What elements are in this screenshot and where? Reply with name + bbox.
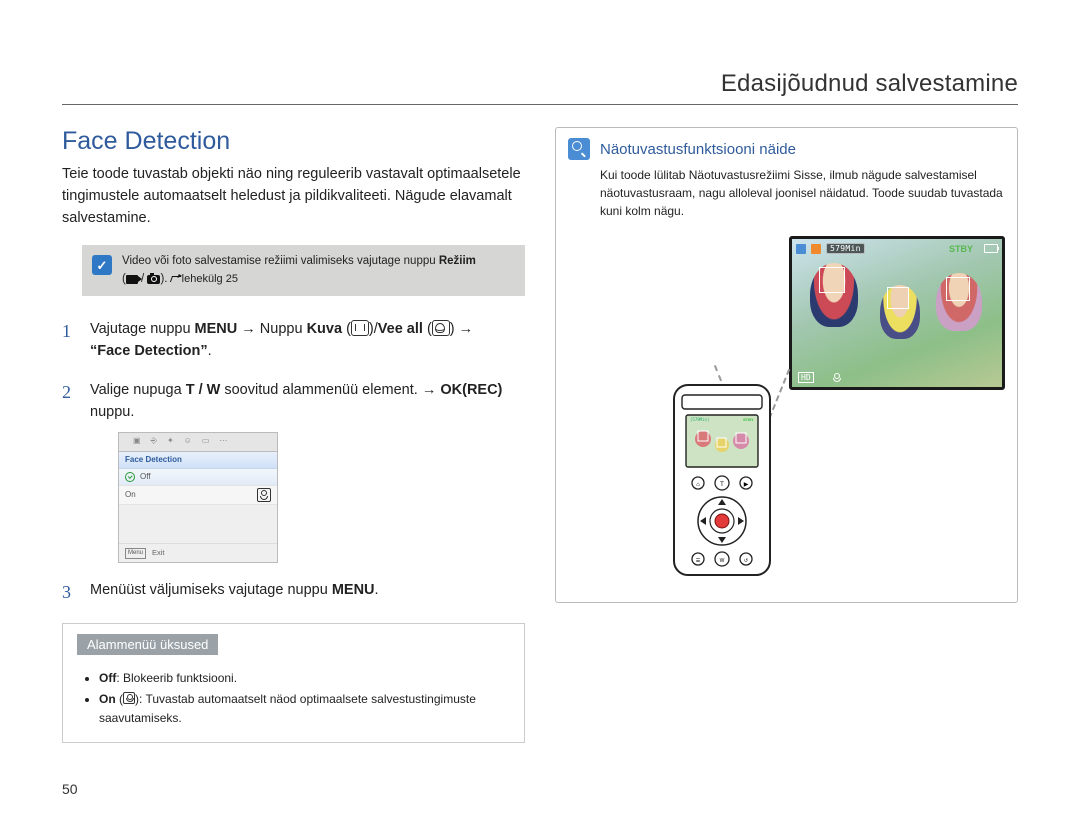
intro-text: Teie toode tuvastab objekti näo ning reg… [62,164,525,229]
menu-screenshot: ▣ ⎆ ✦ ☺ ▭ ⋯ Face Detection Off [118,432,278,563]
right-column: Näotuvastusfunktsiooni näide Kui toode l… [555,127,1018,743]
menu-title: Face Detection [119,452,277,469]
osd-icon [796,244,806,254]
osd-icon [811,244,821,254]
page-number: 50 [62,781,78,797]
note-text: Video või foto salvestamise režiimi vali… [122,253,476,288]
device-drawing: [579Min] STBY ⌂ T ▶ [668,381,776,581]
check-icon [125,472,135,482]
svg-text:⌂: ⌂ [696,482,700,488]
step-2: 2 Valige nupuga T / W soovitud alammenüü… [62,379,525,563]
illustration: 579Min STBY HD [600,236,1005,586]
menu-button-label: Menu [125,548,146,559]
submenu-title: Alammenüü üksused [77,634,218,655]
svg-text:▶: ▶ [744,482,749,488]
svg-text:W: W [720,558,725,564]
display-icon [351,320,369,336]
check-icon: ✓ [92,255,112,275]
face-icon [123,692,135,704]
magnifier-icon [568,138,590,160]
face-box [887,287,909,309]
step-3: 3 Menüüst väljumiseks vajutage nuppu MEN… [62,579,525,607]
divider [62,104,1018,105]
chapter-title: Edasijõudnud salvestamine [62,70,1018,98]
battery-icon [984,244,998,253]
tab-icon: ⋯ [219,435,227,447]
example-title: Näotuvastusfunktsiooni näide [600,141,796,158]
submenu-box: Alammenüü üksused Off: Blokeerib funktsi… [62,623,525,744]
page-ref-arrow-icon [170,276,181,282]
example-box: Näotuvastusfunktsiooni näide Kui toode l… [555,127,1018,603]
note-box: ✓ Video või foto salvestamise režiimi va… [82,245,525,296]
camera-icon [147,275,160,284]
svg-text:☰: ☰ [696,558,701,564]
tab-icon: ✦ [167,435,174,447]
tab-icon: ▭ [202,435,210,447]
face-icon [832,372,842,382]
tab-icon: ☺ [184,435,192,447]
submenu-item-off: Off: Blokeerib funktsiooni. [99,669,510,688]
svg-text:T: T [720,482,724,488]
zoom-screen: 579Min STBY HD [789,236,1005,390]
tab-icon: ▣ [133,435,141,447]
osd-time: 579Min [826,243,865,254]
osd-stby: STBY [949,244,973,254]
face-box [819,267,845,293]
menu-item-on: On [119,486,277,505]
svg-text:STBY: STBY [743,417,754,422]
menu-item-off: Off [119,469,277,486]
submenu-item-on: On (): Tuvastab automaatselt näod optima… [99,690,510,728]
tab-icon: ⎆ [151,435,157,447]
svg-text:↺: ↺ [744,558,748,564]
left-column: Face Detection Teie toode tuvastab objek… [62,127,525,743]
section-heading: Face Detection [62,127,525,156]
face-icon [257,488,271,502]
svg-text:[579Min]: [579Min] [690,417,709,422]
example-body: Kui toode lülitab Näotuvastusrežiimi Sis… [600,166,1005,220]
face-box [946,277,970,301]
movie-icon [126,275,138,284]
underwater-icon [432,320,450,336]
step-1: 1 Vajutage nuppu MENU → Nuppu Kuva ()/Ve… [62,318,525,363]
